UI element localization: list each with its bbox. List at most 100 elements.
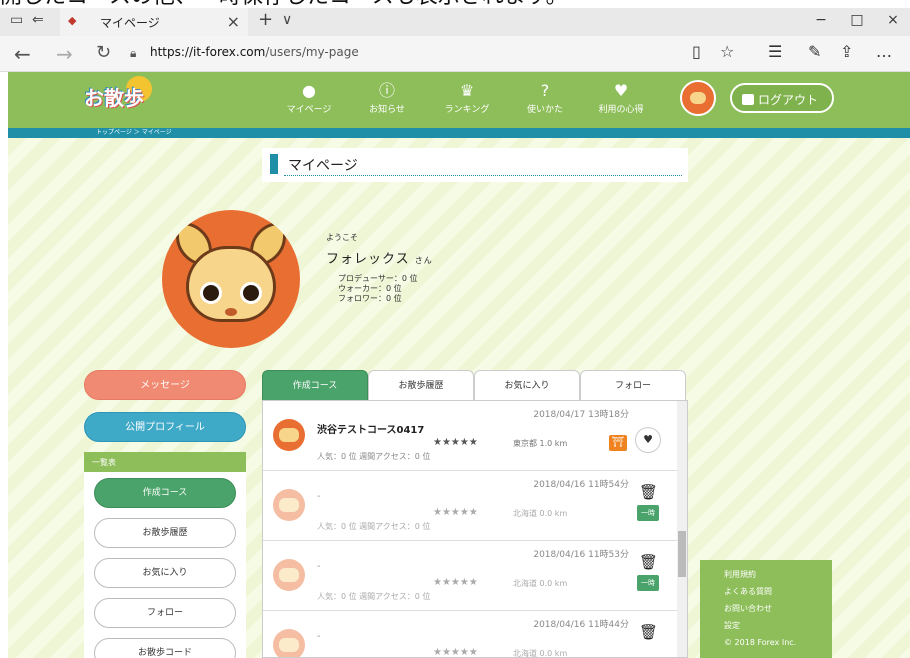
course-avatar <box>273 419 305 451</box>
trash-icon[interactable]: 🗑︎ <box>639 483 658 501</box>
rating-stars: ★★★★★ <box>433 437 478 448</box>
reading-view-icon[interactable]: ▯ <box>692 42 701 61</box>
page-title-box: マイページ <box>262 148 688 182</box>
course-row[interactable]: 2018/04/16 11時44分 - ★★★★★ 北海道 0.0 km 🗑︎ <box>263 611 679 658</box>
breadcrumb[interactable]: トップページ ＞ マイページ <box>8 128 910 138</box>
tab-preview-icon[interactable]: ▭ <box>10 12 23 28</box>
forward-arrow-icon[interactable]: → <box>56 42 73 66</box>
nav-mypage[interactable]: ● マイページ <box>274 82 344 116</box>
course-row[interactable]: 2018/04/17 13時18分 渋谷テストコース0417 ★★★★★ 東京都… <box>263 401 679 471</box>
question-icon: ? <box>540 81 550 100</box>
course-location: 東京都 1.0 km <box>513 439 568 448</box>
course-avatar <box>273 559 305 591</box>
course-date: 2018/04/16 11時53分 <box>533 550 629 560</box>
page-caption: 開したコースの他、一時保存したコースも表示されます。 <box>0 0 910 8</box>
browser-address-bar: ← → ↻ 🔒︎ https://it-forex.com/users/my-p… <box>0 36 910 72</box>
course-stats: 人気：0 位 週間アクセス：0 位 <box>317 522 431 531</box>
course-location: 北海道 0.0 km <box>513 509 568 518</box>
list-walk-history[interactable]: お散歩履歴 <box>94 518 236 548</box>
course-date: 2018/04/16 11時44分 <box>533 620 629 630</box>
more-menu-icon[interactable]: … <box>876 42 892 61</box>
course-list: 2018/04/17 13時18分 渋谷テストコース0417 ★★★★★ 東京都… <box>262 400 688 658</box>
url-field[interactable]: https://it-forex.com/users/my-page <box>150 45 359 59</box>
tab-walk-history[interactable]: お散歩履歴 <box>368 370 474 400</box>
rating-stars: ★★★★★ <box>433 647 478 658</box>
heart-icon: ♥ <box>613 81 629 100</box>
footer-faq[interactable]: よくある質問 <box>724 583 832 600</box>
profile-avatar <box>162 210 300 348</box>
rating-stars: ★★★★★ <box>433 577 478 588</box>
tab-favorites[interactable]: お気に入り <box>474 370 580 400</box>
public-profile-button[interactable]: 公開プロフィール <box>84 412 246 442</box>
course-date: 2018/04/16 11時54分 <box>533 480 629 490</box>
list-follow[interactable]: フォロー <box>94 598 236 628</box>
header-avatar[interactable] <box>680 80 716 116</box>
set-aside-tabs-icon[interactable]: ⇐ <box>32 12 44 28</box>
refresh-icon[interactable]: ↻ <box>96 42 111 63</box>
trash-icon[interactable]: 🗑︎ <box>639 623 658 641</box>
tab-list-chevron-icon[interactable]: ∨ <box>282 12 292 28</box>
list-walk-code[interactable]: お散歩コード <box>94 638 236 658</box>
list-created-courses[interactable]: 作成コース <box>94 478 236 508</box>
nav-ranking[interactable]: ♛ ランキング <box>432 82 502 116</box>
list-header: 一覧表 <box>84 452 246 472</box>
trash-icon[interactable]: 🗑︎ <box>639 553 658 571</box>
favorite-star-icon[interactable]: ☆ <box>720 42 734 61</box>
nav-howto[interactable]: ? 使いかた <box>510 81 580 116</box>
course-location: 北海道 0.0 km <box>513 649 568 658</box>
window-close-icon[interactable]: × <box>878 12 908 28</box>
course-date: 2018/04/17 13時18分 <box>533 410 629 420</box>
tab-close-icon[interactable]: × <box>227 12 240 31</box>
tab-follow[interactable]: フォロー <box>580 370 686 400</box>
footer-copyright: © 2018 Forex Inc. <box>724 638 797 647</box>
course-stats: 人気：0 位 週間アクセス：0 位 <box>317 592 431 601</box>
list-panel: 一覧表 作成コース お散歩履歴 お気に入り フォロー お散歩コード <box>84 452 246 658</box>
lock-icon <box>742 94 754 105</box>
message-button[interactable]: メッセージ <box>84 370 246 400</box>
avatar-eye-left <box>200 282 222 304</box>
url-host: https://it-forex.com <box>150 45 266 59</box>
site-logo[interactable]: お散歩 <box>84 76 184 118</box>
new-tab-icon[interactable]: + <box>258 9 273 30</box>
footer-settings[interactable]: 設定 <box>724 617 832 634</box>
course-title[interactable]: - <box>317 631 321 642</box>
rank-producer: プロデューサー：0 位 <box>338 274 418 283</box>
course-list-scrollbar[interactable] <box>677 401 687 657</box>
minimize-icon[interactable]: − <box>806 12 836 28</box>
course-row[interactable]: 2018/04/16 11時54分 - ★★★★★ 北海道 0.0 km 人気：… <box>263 471 679 541</box>
site-content: お散歩 ● マイページ ⓘ お知らせ ♛ ランキング ? 使いかた ♥ 利用の心得 ログア… <box>8 72 910 658</box>
course-title[interactable]: - <box>317 491 321 502</box>
footer-contact[interactable]: お問い合わせ <box>724 600 832 617</box>
course-row[interactable]: 2018/04/16 11時53分 - ★★★★★ 北海道 0.0 km 人気：… <box>263 541 679 611</box>
site-header: お散歩 ● マイページ ⓘ お知らせ ♛ ランキング ? 使いかた ♥ 利用の心得 ログア… <box>8 72 910 128</box>
browser-titlebar: ▭ ⇐ ◆ マイページ × + ∨ − □ × <box>0 8 910 36</box>
rank-list: プロデューサー：0 位 ウォーカー：0 位 フォロワー：0 位 <box>338 274 417 304</box>
welcome-text: ようこそ <box>326 233 358 242</box>
info-icon: ⓘ <box>378 81 395 100</box>
temporary-badge: 一時 <box>637 505 659 521</box>
temporary-badge: 一時 <box>637 575 659 591</box>
back-arrow-icon[interactable]: ← <box>14 42 31 66</box>
avatar-nose <box>225 308 237 316</box>
course-tabs: 作成コース お散歩履歴 お気に入り フォロー <box>262 370 688 400</box>
pen-notes-icon[interactable]: ✎ <box>808 42 821 61</box>
list-favorites[interactable]: お気に入り <box>94 558 236 588</box>
favorite-heart-button[interactable]: ♥ <box>635 427 661 453</box>
logout-button[interactable]: ログアウト <box>730 83 834 113</box>
favorites-hub-icon[interactable]: ☰ <box>768 42 782 61</box>
maximize-icon[interactable]: □ <box>842 12 872 28</box>
nav-guidelines[interactable]: ♥ 利用の心得 <box>586 81 656 116</box>
browser-tab-mypage[interactable]: ◆ マイページ × <box>60 8 248 36</box>
course-title[interactable]: - <box>317 561 321 572</box>
tab-created-courses[interactable]: 作成コース <box>262 370 368 400</box>
share-icon[interactable]: ⇪ <box>840 42 853 61</box>
course-avatar <box>273 489 305 521</box>
lock-icon: 🔒︎ <box>130 46 137 60</box>
course-stats: 人気：0 位 週間アクセス：0 位 <box>317 452 431 461</box>
nav-news[interactable]: ⓘ お知らせ <box>352 81 422 116</box>
course-title[interactable]: 渋谷テストコース0417 <box>317 421 424 436</box>
scrollbar-thumb[interactable] <box>678 531 686 577</box>
title-underline <box>284 175 682 176</box>
footer-terms[interactable]: 利用規約 <box>724 566 832 583</box>
site-favicon-icon: ◆ <box>68 14 77 27</box>
